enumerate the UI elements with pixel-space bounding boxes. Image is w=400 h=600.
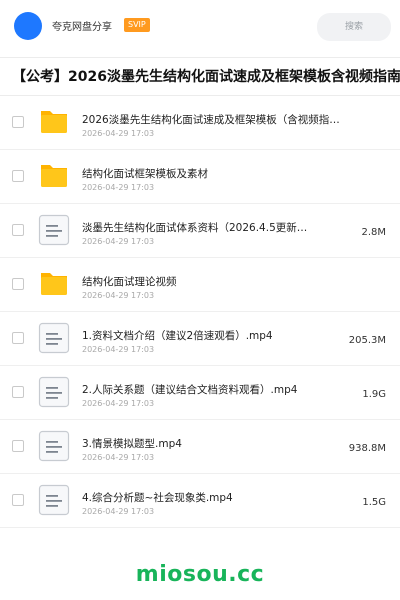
document-icon: [38, 430, 70, 462]
file-list: 2026淡墨先生结构化面试速成及框架模板（含视频指… 2026-04-29 17:…: [0, 96, 400, 528]
file-name: 2026淡墨先生结构化面试速成及框架模板（含视频指…: [82, 114, 340, 126]
file-name: 结构化面试框架模板及素材: [82, 168, 208, 180]
file-date: 2026-04-29 17:03: [82, 507, 155, 516]
header: 夸克网盘分享 SVIP: [0, 0, 400, 52]
file-checkbox[interactable]: [12, 278, 24, 290]
file-checkbox[interactable]: [12, 332, 24, 344]
header-divider: [0, 57, 400, 58]
file-date: 2026-04-29 17:03: [82, 345, 155, 354]
document-icon: [38, 484, 70, 516]
file-checkbox[interactable]: [12, 116, 24, 128]
document-icon: [38, 214, 70, 246]
page-title: 【公考】2026淡墨先生结构化面试速成及框架模板含视频指南: [12, 69, 400, 85]
file-date: 2026-04-29 17:03: [82, 183, 155, 192]
vip-badge: SVIP: [124, 18, 150, 32]
file-name: 2.人际关系题（建议结合文档资料观看）.mp4: [82, 384, 298, 396]
folder-icon: [38, 106, 70, 138]
file-checkbox[interactable]: [12, 224, 24, 236]
file-size: 1.5G: [362, 497, 386, 508]
file-date: 2026-04-29 17:03: [82, 291, 155, 300]
folder-icon: [38, 268, 70, 300]
file-row[interactable]: 3.情景模拟题型.mp4 2026-04-29 17:03 938.8M: [0, 420, 400, 474]
file-checkbox[interactable]: [12, 494, 24, 506]
file-size: 205.3M: [348, 335, 386, 346]
file-row[interactable]: 结构化面试理论视频 2026-04-29 17:03: [0, 258, 400, 312]
file-checkbox[interactable]: [12, 440, 24, 452]
avatar[interactable]: [14, 12, 42, 40]
username: 夸克网盘分享: [52, 22, 112, 33]
search-input[interactable]: [317, 13, 391, 41]
file-size: 938.8M: [348, 443, 386, 454]
file-row[interactable]: 结构化面试框架模板及素材 2026-04-29 17:03: [0, 150, 400, 204]
file-name: 4.综合分析题~社会现象类.mp4: [82, 492, 233, 504]
file-row[interactable]: 2026淡墨先生结构化面试速成及框架模板（含视频指… 2026-04-29 17:…: [0, 96, 400, 150]
folder-icon: [38, 160, 70, 192]
file-checkbox[interactable]: [12, 386, 24, 398]
file-size: 2.8M: [361, 227, 386, 238]
document-icon: [38, 322, 70, 354]
file-name: 3.情景模拟题型.mp4: [82, 438, 182, 450]
file-date: 2026-04-29 17:03: [82, 237, 155, 246]
file-row[interactable]: 1.资料文档介绍（建议2倍速观看）.mp4 2026-04-29 17:03 205…: [0, 312, 400, 366]
file-date: 2026-04-29 17:03: [82, 453, 155, 462]
file-row[interactable]: 4.综合分析题~社会现象类.mp4 2026-04-29 17:03 1.5G: [0, 474, 400, 528]
watermark-text: miosou.cc: [135, 562, 265, 587]
file-date: 2026-04-29 17:03: [82, 399, 155, 408]
file-row[interactable]: 2.人际关系题（建议结合文档资料观看）.mp4 2026-04-29 17:03 1…: [0, 366, 400, 420]
file-name: 淡墨先生结构化面试体系资料（2026.4.5更新）…: [82, 222, 312, 234]
file-size: 1.9G: [362, 389, 386, 400]
document-icon: [38, 376, 70, 408]
file-checkbox[interactable]: [12, 170, 24, 182]
file-date: 2026-04-29 17:03: [82, 129, 155, 138]
file-name: 结构化面试理论视频: [82, 276, 177, 288]
file-row[interactable]: 淡墨先生结构化面试体系资料（2026.4.5更新）… 2026-04-29 17:…: [0, 204, 400, 258]
file-name: 1.资料文档介绍（建议2倍速观看）.mp4: [82, 330, 273, 342]
